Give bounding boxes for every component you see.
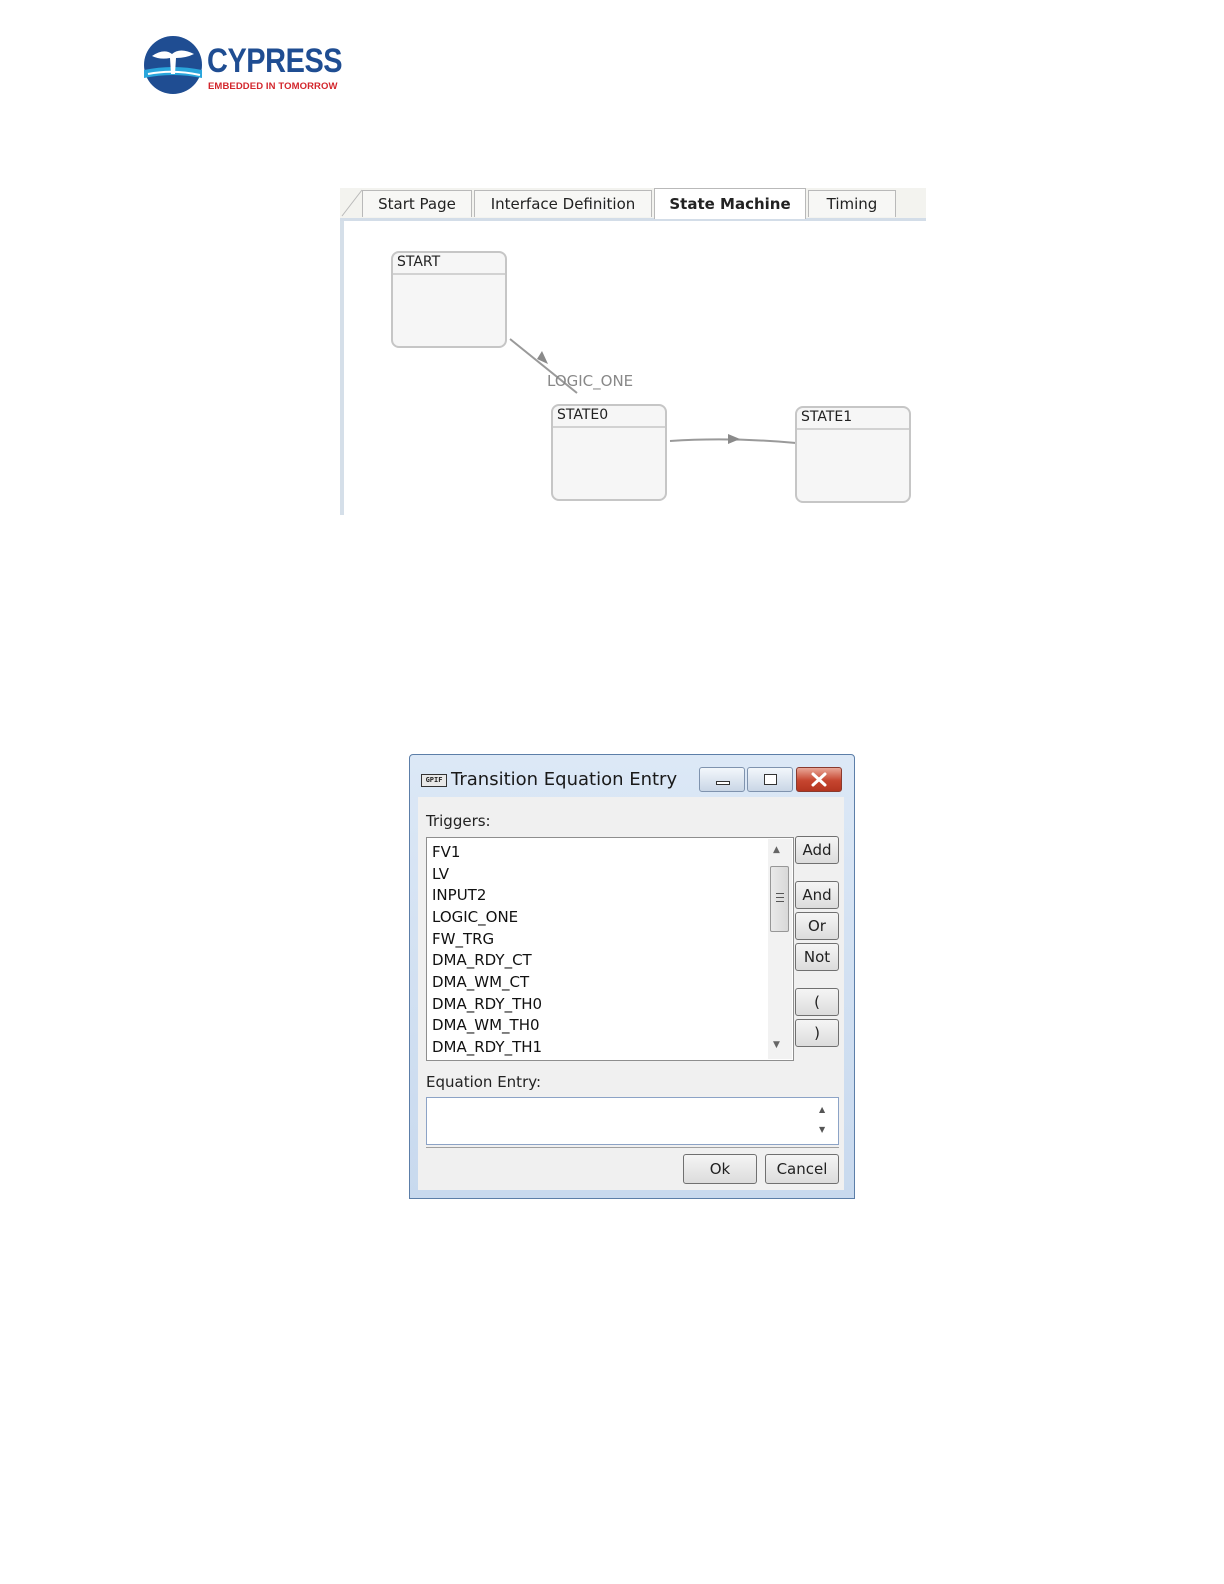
state-machine-editor: Start Page Interface Definition State Ma…	[340, 188, 926, 515]
list-item[interactable]: DMA_RDY_CT	[432, 949, 532, 971]
transition-equation-dialog: GPIF Transition Equation Entry Triggers:…	[409, 754, 855, 1199]
dialog-titlebar[interactable]: GPIF Transition Equation Entry	[410, 755, 854, 795]
scroll-down-icon[interactable]: ▼	[819, 1125, 825, 1134]
scroll-down-icon[interactable]: ▼	[773, 1040, 780, 1050]
cypress-logo: CYPRESS EMBEDDED IN TOMORROW	[142, 34, 343, 98]
list-item[interactable]: LOGIC_ONE	[432, 906, 518, 928]
state-state1[interactable]: STATE1	[795, 406, 911, 503]
state-title: START	[393, 253, 505, 275]
transition-label[interactable]: LOGIC_ONE	[547, 372, 633, 390]
or-button[interactable]: Or	[795, 912, 839, 940]
ok-button[interactable]: Ok	[683, 1154, 757, 1184]
list-item[interactable]: LV	[432, 863, 449, 885]
equation-entry-label: Equation Entry:	[426, 1073, 542, 1091]
maximize-button[interactable]	[747, 767, 793, 792]
tab-strip: Start Page Interface Definition State Ma…	[340, 188, 926, 221]
minimize-icon	[716, 781, 730, 785]
state-machine-canvas[interactable]: START STATE0 STATE1 LOGIC_ONE	[340, 221, 926, 515]
dialog-title: Transition Equation Entry	[451, 769, 678, 790]
close-paren-button[interactable]: )	[795, 1019, 839, 1047]
open-paren-button[interactable]: (	[795, 988, 839, 1016]
transition-arrowhead-2	[728, 434, 740, 444]
list-item[interactable]: INPUT2	[432, 884, 486, 906]
equation-entry-input[interactable]: ▲ ▼	[426, 1097, 839, 1145]
triggers-scrollbar[interactable]: ▲ ▼	[768, 839, 792, 1059]
triggers-list[interactable]: FV1 LV INPUT2 LOGIC_ONE FW_TRG DMA_RDY_C…	[426, 837, 794, 1061]
logo-brand-text: CYPRESS	[207, 42, 343, 80]
list-item[interactable]: DMA_WM_CT	[432, 971, 529, 993]
close-icon	[811, 772, 827, 787]
list-item[interactable]: FV1	[432, 841, 460, 863]
state-title: STATE0	[553, 406, 665, 428]
gpif-app-icon: GPIF	[421, 774, 447, 787]
state-state0[interactable]: STATE0	[551, 404, 667, 501]
add-button[interactable]: Add	[795, 836, 839, 864]
scroll-up-icon[interactable]: ▲	[773, 845, 780, 855]
minimize-button[interactable]	[699, 767, 745, 792]
dialog-client-area: Triggers: FV1 LV INPUT2 LOGIC_ONE FW_TRG…	[418, 797, 844, 1190]
scrollbar-thumb[interactable]	[770, 866, 789, 932]
cancel-button[interactable]: Cancel	[765, 1154, 839, 1184]
list-item[interactable]: DMA_RDY_TH0	[432, 993, 542, 1015]
close-button[interactable]	[796, 767, 842, 792]
tab-state-machine[interactable]: State Machine	[654, 188, 806, 219]
dialog-divider	[426, 1147, 839, 1148]
not-button[interactable]: Not	[795, 943, 839, 971]
tab-timing[interactable]: Timing	[808, 190, 896, 217]
maximize-icon	[764, 774, 777, 785]
scroll-up-icon[interactable]: ▲	[819, 1105, 825, 1114]
tab-interface-definition[interactable]: Interface Definition	[474, 190, 652, 217]
and-button[interactable]: And	[795, 881, 839, 909]
list-item[interactable]: DMA_WM_TH0	[432, 1014, 540, 1036]
list-item[interactable]: FW_TRG	[432, 928, 494, 950]
state-title: STATE1	[797, 408, 909, 430]
cypress-tree-icon	[144, 36, 202, 94]
triggers-label: Triggers:	[426, 812, 491, 830]
list-item[interactable]: DMA_RDY_TH1	[432, 1036, 542, 1058]
tab-start-page[interactable]: Start Page	[362, 190, 472, 217]
logo-tagline: EMBEDDED IN TOMORROW	[208, 81, 338, 92]
state-start[interactable]: START	[391, 251, 507, 348]
